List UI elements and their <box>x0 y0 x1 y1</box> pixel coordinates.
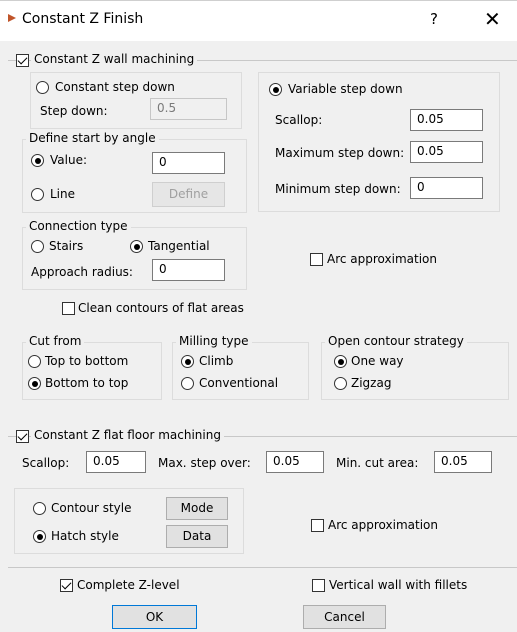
max-step-over-label: Max. step over: <box>158 456 251 470</box>
top-to-bottom-label: Top to bottom <box>45 354 129 368</box>
climb-radio[interactable] <box>181 355 194 368</box>
complete-z-level-checkbox[interactable] <box>60 579 73 592</box>
constant-step-down-label: Constant step down <box>55 80 175 94</box>
approach-radius-input[interactable]: 0 <box>152 259 225 281</box>
bottom-to-top-radio[interactable] <box>28 377 41 390</box>
contour-style-label: Contour style <box>51 501 132 515</box>
scallop-label: Scallop: <box>275 113 323 127</box>
one-way-radio[interactable] <box>334 355 347 368</box>
complete-z-level-label: Complete Z-level <box>77 578 180 592</box>
start-angle-line-radio[interactable] <box>31 188 44 201</box>
step-down-input[interactable]: 0.5 <box>150 98 227 120</box>
bottom-separator <box>8 567 517 568</box>
top-to-bottom-radio[interactable] <box>28 355 41 368</box>
help-button[interactable]: ? <box>430 10 438 28</box>
wall-arc-approximation-checkbox[interactable] <box>310 253 323 266</box>
floor-scallop-label: Scallop: <box>22 456 70 470</box>
step-down-label: Step down: <box>40 104 108 118</box>
wall-arc-approximation-label: Arc approximation <box>327 252 437 266</box>
floor-machining-checkbox[interactable] <box>16 430 29 443</box>
start-angle-legend: Define start by angle <box>26 131 159 145</box>
vertical-wall-fillets-checkbox[interactable] <box>312 579 325 592</box>
floor-machining-label: Constant Z flat floor machining <box>31 428 224 442</box>
climb-label: Climb <box>199 354 234 368</box>
milling-type-legend: Milling type <box>176 334 252 348</box>
approach-radius-label: Approach radius: <box>31 265 133 279</box>
scallop-input[interactable]: 0.05 <box>410 109 483 131</box>
window-title: Constant Z Finish <box>22 11 144 27</box>
start-angle-value-input[interactable]: 0 <box>152 152 225 174</box>
hatch-style-radio[interactable] <box>33 530 46 543</box>
mode-button[interactable]: Mode <box>166 497 228 520</box>
variable-step-down-radio[interactable] <box>269 83 282 96</box>
zigzag-radio[interactable] <box>334 377 347 390</box>
start-angle-line-label: Line <box>50 187 76 201</box>
floor-arc-approximation-label: Arc approximation <box>328 518 438 532</box>
conventional-radio[interactable] <box>181 377 194 390</box>
hatch-style-label: Hatch style <box>51 529 119 543</box>
vertical-wall-fillets-label: Vertical wall with fillets <box>329 578 468 592</box>
milling-type-group <box>172 342 309 400</box>
min-step-down-input[interactable]: 0 <box>410 177 483 199</box>
app-icon <box>8 14 16 22</box>
bottom-to-top-label: Bottom to top <box>45 376 129 390</box>
wall-machining-label: Constant Z wall machining <box>31 52 198 66</box>
clean-contours-checkbox[interactable] <box>62 302 75 315</box>
variable-step-down-label: Variable step down <box>288 82 403 96</box>
start-angle-value-label: Value: <box>50 153 87 167</box>
min-step-down-label: Minimum step down: <box>275 182 401 196</box>
open-contour-group <box>321 342 509 400</box>
wall-machining-checkbox[interactable] <box>16 54 29 67</box>
one-way-label: One way <box>351 354 404 368</box>
stairs-label: Stairs <box>49 239 84 253</box>
start-angle-value-radio[interactable] <box>31 154 44 167</box>
floor-arc-approximation-checkbox[interactable] <box>311 519 324 532</box>
max-step-down-input[interactable]: 0.05 <box>410 141 483 163</box>
tangential-label: Tangential <box>148 239 210 253</box>
min-cut-area-label: Min. cut area: <box>336 456 419 470</box>
zigzag-label: Zigzag <box>351 376 392 390</box>
contour-style-radio[interactable] <box>33 502 46 515</box>
close-button[interactable]: ✕ <box>484 7 501 31</box>
conventional-label: Conventional <box>199 376 279 390</box>
constant-step-down-radio[interactable] <box>36 81 49 94</box>
cut-from-group <box>22 342 162 400</box>
connection-type-legend: Connection type <box>26 219 131 233</box>
cancel-button[interactable]: Cancel <box>303 605 386 629</box>
cut-from-legend: Cut from <box>26 334 85 348</box>
max-step-over-input[interactable]: 0.05 <box>266 451 324 473</box>
max-step-down-label: Maximum step down: <box>275 146 405 160</box>
stairs-radio[interactable] <box>31 240 44 253</box>
open-contour-legend: Open contour strategy <box>325 334 467 348</box>
min-cut-area-input[interactable]: 0.05 <box>434 451 492 473</box>
tangential-radio[interactable] <box>130 240 143 253</box>
clean-contours-label: Clean contours of flat areas <box>78 301 244 315</box>
define-button[interactable]: Define <box>152 182 225 207</box>
data-button[interactable]: Data <box>166 525 228 548</box>
ok-button[interactable]: OK <box>112 605 197 629</box>
floor-scallop-input[interactable]: 0.05 <box>86 451 146 473</box>
